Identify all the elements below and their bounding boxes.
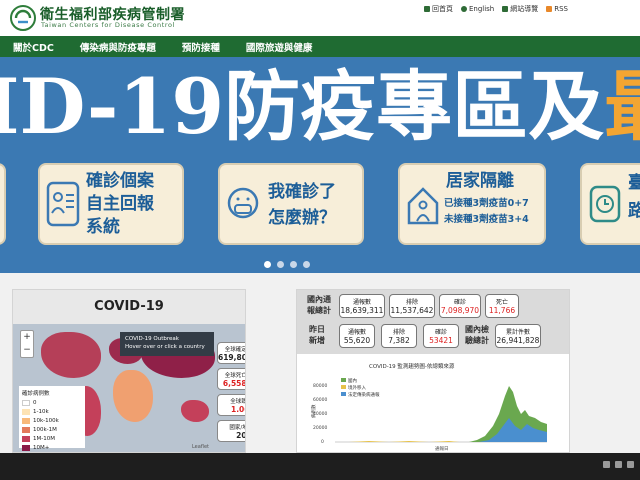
legend-swatch-notified bbox=[341, 392, 346, 396]
legend-row: 100k-1M bbox=[22, 425, 82, 434]
legend-swatch-imported bbox=[341, 385, 346, 389]
nav-item-vaccination[interactable]: 預防接種 bbox=[169, 40, 233, 54]
notification-icon[interactable] bbox=[627, 461, 634, 468]
world-map[interactable]: + − COVID-19 Outbreak Hover over or clic… bbox=[13, 324, 245, 452]
area-imported bbox=[349, 441, 459, 442]
zoom-in-button[interactable]: + bbox=[21, 331, 33, 344]
os-taskbar bbox=[0, 453, 640, 480]
network-icon[interactable] bbox=[603, 461, 610, 468]
trend-chart-svg: COVID-19 監測趨勢圖-依總類來源 國內 境外移入 法定傳染病通報 800… bbox=[310, 362, 547, 452]
home-link[interactable]: 回首頁 bbox=[423, 4, 453, 14]
trend-chart[interactable]: COVID-19 監測趨勢圖-依總類來源 國內 境外移入 法定傳染病通報 800… bbox=[309, 356, 553, 452]
y-tick-0: 80000 bbox=[313, 383, 327, 389]
volume-icon[interactable] bbox=[615, 461, 622, 468]
map-region-africa[interactable] bbox=[113, 370, 153, 422]
legend-row: 0 bbox=[22, 398, 82, 407]
content-area: COVID-19 + − COVID-19 Outbreak Hover ove… bbox=[0, 273, 640, 453]
stat-yesterday-reported: 通報數 55,620 bbox=[339, 324, 375, 348]
stat-yesterday-excluded: 排除 7,382 bbox=[381, 324, 417, 348]
carousel-dot-3[interactable] bbox=[290, 261, 297, 268]
sitemap-link[interactable]: 網站導覽 bbox=[502, 4, 538, 14]
sitemap-icon bbox=[502, 6, 509, 12]
covid-map-panel: COVID-19 + − COVID-19 Outbreak Hover ove… bbox=[12, 289, 246, 453]
legend-row: 10M+ bbox=[22, 443, 82, 452]
domestic-stats-summary: 國內通 報總計 通報數 18,639,311 排除 11,537,642 確診 … bbox=[297, 290, 569, 354]
legend-row: 10k-100k bbox=[22, 416, 82, 425]
nav-item-about[interactable]: 關於CDC bbox=[0, 40, 67, 54]
banner-card-strip: 確診個案 自主回報 系統 我確診了 怎麼辦？ 居家隔離 已接種3劑疫苗0+7 未… bbox=[0, 153, 640, 263]
org-subtitle: Taiwan Centers for Disease Control bbox=[41, 21, 176, 29]
legend-swatch-domestic bbox=[341, 378, 346, 382]
carousel-dots bbox=[264, 261, 310, 268]
nav-item-travel[interactable]: 國際旅遊與健康 bbox=[233, 40, 326, 54]
covid-map-header: COVID-19 bbox=[13, 290, 245, 324]
rss-icon bbox=[546, 6, 553, 12]
banner-card-home-quarantine[interactable]: 居家隔離 已接種3劑疫苗0+7 未接種3劑疫苗3+4 bbox=[398, 163, 546, 245]
banner-card-self-report[interactable]: 確診個案 自主回報 系統 bbox=[38, 163, 184, 245]
stat-total-excluded: 排除 11,537,642 bbox=[389, 294, 435, 318]
row1-label: 國內通 報總計 bbox=[307, 295, 331, 315]
system-tray bbox=[603, 461, 634, 468]
map-region-oceania[interactable] bbox=[181, 400, 209, 422]
masked-person-icon bbox=[227, 187, 259, 219]
page: 衛生福利部疾病管制署 Taiwan Centers for Disease Co… bbox=[0, 0, 640, 480]
banner-card-partial-left[interactable] bbox=[0, 163, 6, 245]
document-person-icon bbox=[46, 181, 80, 227]
zoom-out-button[interactable]: − bbox=[21, 344, 33, 357]
stat-global-cases: 全球確定病例數 619,807,146 bbox=[217, 342, 245, 364]
chart-title: COVID-19 監測趨勢圖-依總類來源 bbox=[369, 362, 455, 370]
leaflet-attribution[interactable]: Leaflet bbox=[192, 444, 209, 450]
stat-total-tests: 累計件數 26,941,828 bbox=[495, 324, 541, 348]
house-person-icon bbox=[407, 187, 439, 225]
map-region-north-america[interactable] bbox=[41, 332, 101, 378]
row2-label: 昨日 新增 bbox=[309, 325, 325, 345]
carousel-dot-1[interactable] bbox=[264, 261, 271, 268]
stat-total-reported: 通報數 18,639,311 bbox=[339, 294, 385, 318]
rss-link[interactable]: RSS bbox=[546, 4, 568, 14]
main-nav: 關於CDC 傳染病與防疫專題 預防接種 國際旅遊與健康 bbox=[0, 36, 640, 57]
domestic-stats-panel: 國內通 報總計 通報數 18,639,311 排除 11,537,642 確診 … bbox=[296, 289, 570, 453]
legend-row: 1-10k bbox=[22, 407, 82, 416]
clock-badge-icon bbox=[589, 185, 621, 223]
legend-label-imported: 境外移入 bbox=[348, 384, 366, 391]
y-axis-label: 病例數 bbox=[310, 404, 317, 418]
hero-banner[interactable]: ID-19防疫專區及最新資 確診個案 自主回報 系統 bbox=[0, 57, 640, 273]
top-links: 回首頁 English 網站導覽 RSS bbox=[423, 4, 568, 14]
stat-country-count: 國家/地區數 201 bbox=[217, 420, 245, 442]
row2-test-label: 國內檢 驗總計 bbox=[465, 325, 489, 345]
english-link[interactable]: English bbox=[460, 4, 494, 14]
map-zoom-control: + − bbox=[20, 330, 34, 358]
covid-map-title: COVID-19 bbox=[94, 299, 164, 314]
chart-legend: 國內 境外移入 法定傳染病通報 bbox=[341, 377, 380, 398]
map-legend: 確診病例數 0 1-10k 10k-100k 100k-1M 1M-10M 10… bbox=[19, 386, 85, 451]
legend-label-domestic: 國內 bbox=[348, 377, 357, 384]
legend-row: 1M-10M bbox=[22, 434, 82, 443]
stat-total-confirmed: 確診 7,098,970 bbox=[439, 294, 481, 318]
carousel-dot-2[interactable] bbox=[277, 261, 284, 268]
site-header: 衛生福利部疾病管制署 Taiwan Centers for Disease Co… bbox=[0, 0, 640, 36]
y-tick-4: 0 bbox=[321, 439, 324, 445]
banner-card-partial-right[interactable]: 臺 路 bbox=[580, 163, 640, 245]
legend-label-notified: 法定傳染病通報 bbox=[348, 391, 380, 398]
stat-total-deaths: 死亡 11,766 bbox=[485, 294, 519, 318]
home-icon bbox=[423, 6, 430, 12]
y-tick-1: 60000 bbox=[313, 397, 327, 403]
banner-title: ID-19防疫專區及最新資 bbox=[0, 62, 640, 151]
map-info-box: COVID-19 Outbreak Hover over or click a … bbox=[120, 332, 214, 356]
banner-card-what-to-do[interactable]: 我確診了 怎麼辦？ bbox=[218, 163, 364, 245]
stat-yesterday-confirmed: 確診 53421 bbox=[423, 324, 459, 348]
stat-global-deaths: 全球死亡病例數 6,558,608 bbox=[217, 368, 245, 390]
y-tick-3: 20000 bbox=[313, 425, 327, 431]
x-axis-label: 通報日 bbox=[435, 445, 449, 452]
nav-item-diseases[interactable]: 傳染病與防疫專題 bbox=[67, 40, 169, 54]
stat-global-fatality: 全球致死率 1.06% bbox=[217, 394, 245, 416]
carousel-dot-4[interactable] bbox=[303, 261, 310, 268]
cdc-logo[interactable] bbox=[10, 5, 36, 31]
globe-icon bbox=[460, 6, 467, 12]
